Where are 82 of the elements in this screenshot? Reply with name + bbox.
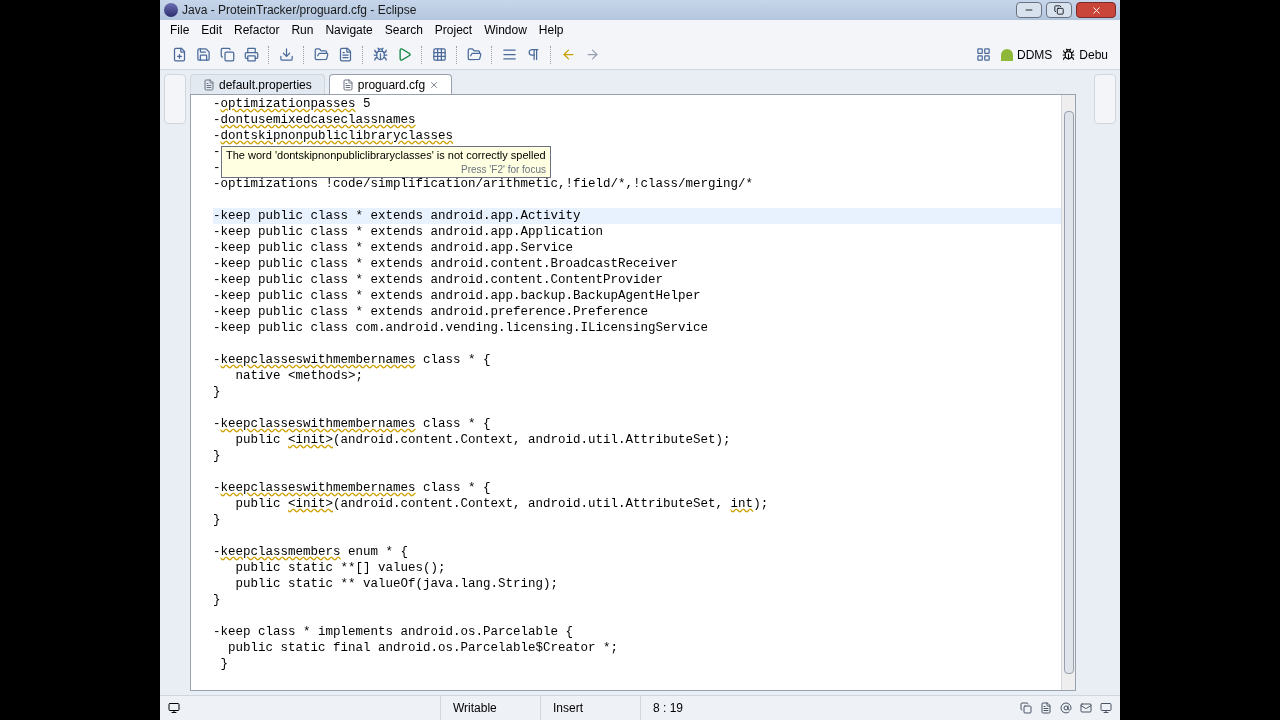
at-icon[interactable] <box>1060 702 1072 714</box>
debug-icon <box>372 47 388 62</box>
menu-item[interactable]: Project <box>428 21 479 39</box>
code-line: } <box>213 513 221 527</box>
editor-tab[interactable]: default.properties <box>190 74 325 94</box>
tooltip-hint: Press 'F2' for focus <box>460 163 547 177</box>
code-line: public <init>(android.content.Context, android.util.AttributeSet, int); <box>234 497 769 511</box>
perspective-icon <box>976 47 992 62</box>
window-title: Java - ProteinTracker/proguard.cfg - Eclipse <box>182 2 418 19</box>
restore-icon <box>1054 5 1064 15</box>
bug-icon <box>1062 48 1076 61</box>
save-all-icon <box>219 47 235 62</box>
restore-button[interactable] <box>1046 2 1072 18</box>
open-folder-icon <box>313 47 329 62</box>
code-line: } <box>219 657 228 671</box>
close-button[interactable] <box>1076 2 1116 18</box>
file-icon <box>341 78 354 91</box>
file-icon <box>203 78 215 91</box>
menu-item[interactable]: Window <box>478 21 533 39</box>
perspective-button[interactable]: Debu <box>1058 45 1112 64</box>
code-line: public <init>(android.content.Context, android.util.AttributeSet); <box>234 433 731 447</box>
code-line: -keepclasseswithmembernames class * { <box>213 353 491 367</box>
restore-icon[interactable] <box>1020 702 1032 714</box>
mail-icon[interactable] <box>1080 702 1092 714</box>
menu-item[interactable]: Edit <box>195 21 229 39</box>
download-icon <box>278 47 294 62</box>
code-line: } <box>213 593 221 607</box>
code-line: -keep public class * extends android.content.BroadcastReceiver <box>213 257 679 271</box>
close-icon[interactable] <box>429 79 440 90</box>
left-trim <box>164 74 186 124</box>
code-line: -keep public class * extends android.preference.Preference <box>213 305 649 319</box>
menu-item[interactable]: File <box>164 21 196 39</box>
menu-item[interactable]: Help <box>532 21 570 39</box>
vertical-scrollbar[interactable] <box>1061 95 1075 690</box>
pilcrow-icon <box>525 47 541 62</box>
menu-item[interactable]: Run <box>285 21 320 39</box>
right-trim <box>1094 74 1116 124</box>
status-field: 8 : 19 <box>640 696 740 720</box>
code-line: } <box>213 385 221 399</box>
code-line: -keep public class com.android.vending.licensing.ILicensingService <box>213 321 709 335</box>
menu-item[interactable]: Navigate <box>319 21 379 39</box>
tooltip-message: The word 'dontskipnonpubliclibraryclasses' is not correctly spelled <box>225 148 547 163</box>
code-line: -dontusemixedcaseclassnames <box>213 113 416 127</box>
minimize-button[interactable] <box>1016 2 1042 18</box>
app-icon <box>164 3 178 17</box>
close-icon <box>1090 4 1102 16</box>
perspective-button[interactable]: DDMS <box>996 45 1057 64</box>
list-icon <box>501 47 517 62</box>
code-line: -keep public class * extends android.content.ContentProvider <box>213 273 664 287</box>
code-line: -keep public class * extends android.app.Application <box>213 225 604 239</box>
save-icon <box>195 47 211 62</box>
code-line: -keep public class * extends android.app.backup.BackupAgentHelper <box>213 289 701 303</box>
grid-icon <box>431 47 447 62</box>
folder-icon <box>466 47 482 62</box>
code-line: -keepclasseswithmembernames class * { <box>213 417 491 431</box>
code-line: - <box>213 145 221 159</box>
document-icon[interactable] <box>1040 702 1052 714</box>
code-line: -keepclasseswithmembernames class * { <box>213 481 491 495</box>
code-line: -keep class * implements android.os.Parcelable { <box>213 625 574 639</box>
code-line: -dontskipnonpubliclibraryclasses <box>213 129 454 143</box>
run-icon <box>396 47 412 62</box>
status-field: Insert <box>540 696 640 720</box>
menu-item[interactable]: Refactor <box>228 21 286 39</box>
status-field: Writable <box>440 696 540 720</box>
code-line: -keepclassmembers enum * { <box>213 545 409 559</box>
forward-arrow-icon <box>584 47 600 62</box>
code-line: -optimizationpasses 5 <box>213 97 371 111</box>
code-line: -optimizations !code/simplification/arithmetic,!field/*,!class/merging/* <box>213 177 754 191</box>
code-line: - <box>213 161 221 175</box>
menu-item[interactable]: Search <box>378 21 429 39</box>
code-line: public static **[] values(); <box>234 561 446 575</box>
print-icon <box>243 47 259 62</box>
new-file-icon <box>171 47 187 62</box>
editor-tab[interactable]: proguard.cfg <box>328 74 453 94</box>
code-line: native <methods>; <box>234 369 364 383</box>
code-line: } <box>213 449 221 463</box>
code-line: -keep public class * extends android.app.Service <box>213 241 574 255</box>
code-line: -keep public class * extends android.app.Activity <box>213 209 581 223</box>
document-icon <box>337 47 353 62</box>
code-line: public static final android.os.Parcelable$Creator *; <box>227 641 619 655</box>
code-line: public static ** valueOf(java.lang.String); <box>234 577 559 591</box>
monitor-icon[interactable] <box>1100 702 1112 714</box>
